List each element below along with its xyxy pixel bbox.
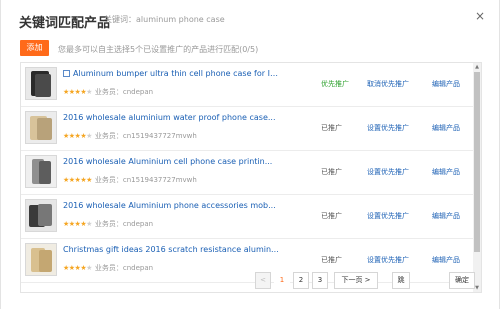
product-name-link[interactable]: Aluminum bumper ultra thin cell phone ca… [63, 69, 281, 78]
next-page-button[interactable]: 下一页 > [334, 272, 378, 289]
list-scrollbar[interactable]: ▲ ▼ [473, 63, 481, 292]
close-icon[interactable]: × [473, 9, 487, 23]
salesperson-label: 业务员：cndepan [94, 88, 154, 96]
rating-stars: ★★★★★ [63, 264, 92, 272]
edit-product-link[interactable]: 编辑产品 [432, 167, 460, 177]
salesperson-label: 业务员：cn1519437727mvwh [94, 176, 197, 184]
product-meta: ★★★★★ 业务员：cndepan [63, 263, 153, 273]
product-row: 2016 wholesale Aluminium phone accessori… [21, 195, 473, 239]
match-products-dialog: 关键词匹配产品 关键词：aluminum phone case × 添加 您最多… [0, 0, 500, 309]
product-thumbnail[interactable] [25, 67, 57, 100]
product-row: Aluminum bumper ultra thin cell phone ca… [21, 63, 473, 107]
cancel-priority-link[interactable]: 取消优先推广 [367, 79, 409, 89]
status-badge: 已推广 [321, 212, 342, 220]
product-row: 2016 wholesale Aluminium cell phone case… [21, 151, 473, 195]
page-2-button[interactable]: 2 [293, 272, 309, 289]
salesperson-label: 业务员：cndepan [94, 220, 154, 228]
product-name-link[interactable]: 2016 wholesale aluminium water proof pho… [63, 113, 281, 122]
product-list: Aluminum bumper ultra thin cell phone ca… [20, 62, 482, 293]
product-row: 2016 wholesale aluminium water proof pho… [21, 107, 473, 151]
edit-product-link[interactable]: 编辑产品 [432, 123, 460, 133]
set-priority-link[interactable]: 设置优先推广 [367, 255, 409, 265]
add-button[interactable]: 添加 [20, 40, 49, 56]
prev-page-button[interactable]: < [255, 272, 271, 289]
status-badge: 已推广 [321, 124, 342, 132]
rating-stars: ★★★★★ [63, 88, 92, 96]
product-meta: ★★★★★ 业务员：cn1519437727mvwh [63, 175, 197, 185]
status-badge: 已推广 [321, 168, 342, 176]
page-1-button[interactable]: 1 [274, 272, 290, 289]
product-name-link[interactable]: 2016 wholesale Aluminium phone accessori… [63, 201, 281, 210]
product-meta: ★★★★★ 业务员：cn1519437727mvwh [63, 131, 197, 141]
product-name-link[interactable]: Christmas gift ideas 2016 scratch resist… [63, 245, 281, 254]
selection-hint: 您最多可以自主选择5个已设置推广的产品进行匹配(0/5) [58, 45, 259, 54]
rating-stars: ★★★★★ [63, 132, 92, 140]
scroll-up-icon[interactable]: ▲ [473, 63, 481, 71]
status-badge: 已推广 [321, 256, 342, 264]
page-3-button[interactable]: 3 [312, 272, 328, 289]
product-meta: ★★★★★ 业务员：cndepan [63, 87, 153, 97]
scroll-thumb[interactable] [474, 72, 480, 252]
salesperson-label: 业务员：cn1519437727mvwh [94, 132, 197, 140]
edit-product-link[interactable]: 编辑产品 [432, 79, 460, 89]
jump-page-input[interactable]: 跳 [392, 272, 410, 289]
product-name-link[interactable]: 2016 wholesale Aluminium cell phone case… [63, 157, 281, 166]
product-meta: ★★★★★ 业务员：cndepan [63, 219, 153, 229]
status-badge: 优先推广 [321, 80, 349, 88]
confirm-button[interactable]: 确定 [449, 272, 475, 289]
document-icon [63, 70, 70, 77]
product-thumbnail[interactable] [25, 155, 57, 188]
product-thumbnail[interactable] [25, 111, 57, 144]
set-priority-link[interactable]: 设置优先推广 [367, 211, 409, 221]
product-thumbnail[interactable] [25, 199, 57, 232]
product-thumbnail[interactable] [25, 243, 57, 276]
set-priority-link[interactable]: 设置优先推广 [367, 123, 409, 133]
set-priority-link[interactable]: 设置优先推广 [367, 167, 409, 177]
salesperson-label: 业务员：cndepan [94, 264, 154, 272]
keyword-label: 关键词：aluminum phone case [104, 15, 225, 24]
edit-product-link[interactable]: 编辑产品 [432, 211, 460, 221]
rating-stars: ★★★★★ [63, 176, 92, 184]
dialog-title: 关键词匹配产品 [19, 16, 111, 31]
rating-stars: ★★★★★ [63, 220, 92, 228]
edit-product-link[interactable]: 编辑产品 [432, 255, 460, 265]
